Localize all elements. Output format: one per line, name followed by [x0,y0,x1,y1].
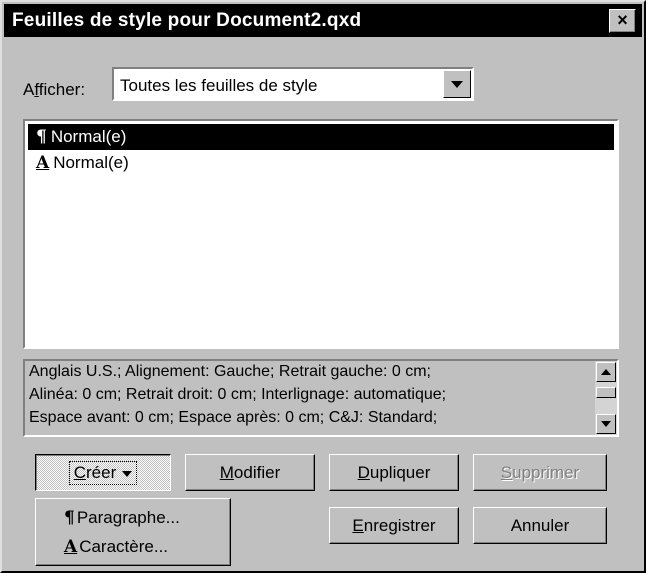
character-icon: A [36,153,50,173]
afficher-select[interactable]: Toutes les feuilles de style [112,67,474,101]
character-icon: A [64,537,78,557]
paragraph-icon: ¶ [64,508,75,528]
style-sheets-dialog: Feuilles de style pour Document2.qxd × A… [0,0,646,573]
menu-item-caractere[interactable]: A Caractère... [64,533,168,561]
close-icon: × [617,10,628,30]
dropdown-arrow-icon [122,470,133,477]
afficher-label: Afficher: [23,80,86,99]
style-description: Anglais U.S.; Alignement: Gauche; Retrai… [23,359,619,437]
style-list[interactable]: ¶ Normal(e) A Normal(e) [23,119,619,349]
close-button[interactable]: × [609,9,636,33]
description-line: Espace avant: 0 cm; Espace après: 0 cm; … [29,409,438,426]
annuler-button[interactable]: Annuler [473,507,607,544]
style-label: Normal(e) [53,153,129,172]
menu-item-paragraphe[interactable]: ¶ Paragraphe... [64,504,180,532]
scroll-down-icon[interactable] [596,414,616,434]
dialog-title: Feuilles de style pour Document2.qxd [12,10,362,31]
chevron-down-icon[interactable] [443,70,471,98]
scroll-thumb[interactable] [596,387,616,398]
style-label: Normal(e) [50,127,127,146]
title-bar: Feuilles de style pour Document2.qxd × [4,4,642,37]
modifier-button[interactable]: Modifier [185,454,315,491]
list-item[interactable]: A Normal(e) [28,150,614,176]
creer-menu: ¶ Paragraphe... A Caractère... [35,498,231,566]
description-scrollbar[interactable] [595,361,617,435]
description-line: Anglais U.S.; Alignement: Gauche; Retrai… [29,363,431,380]
description-line: Alinéa: 0 cm; Retrait droit: 0 cm; Inter… [29,386,447,403]
afficher-value: Toutes les feuilles de style [120,76,318,95]
list-item[interactable]: ¶ Normal(e) [28,124,614,150]
dupliquer-button[interactable]: Dupliquer [329,454,459,491]
scroll-up-icon[interactable] [596,362,616,382]
supprimer-button[interactable]: Supprimer [473,454,607,491]
creer-button[interactable]: Créer [35,454,171,491]
enregistrer-button[interactable]: Enregistrer [329,507,459,544]
paragraph-icon: ¶ [36,127,47,147]
